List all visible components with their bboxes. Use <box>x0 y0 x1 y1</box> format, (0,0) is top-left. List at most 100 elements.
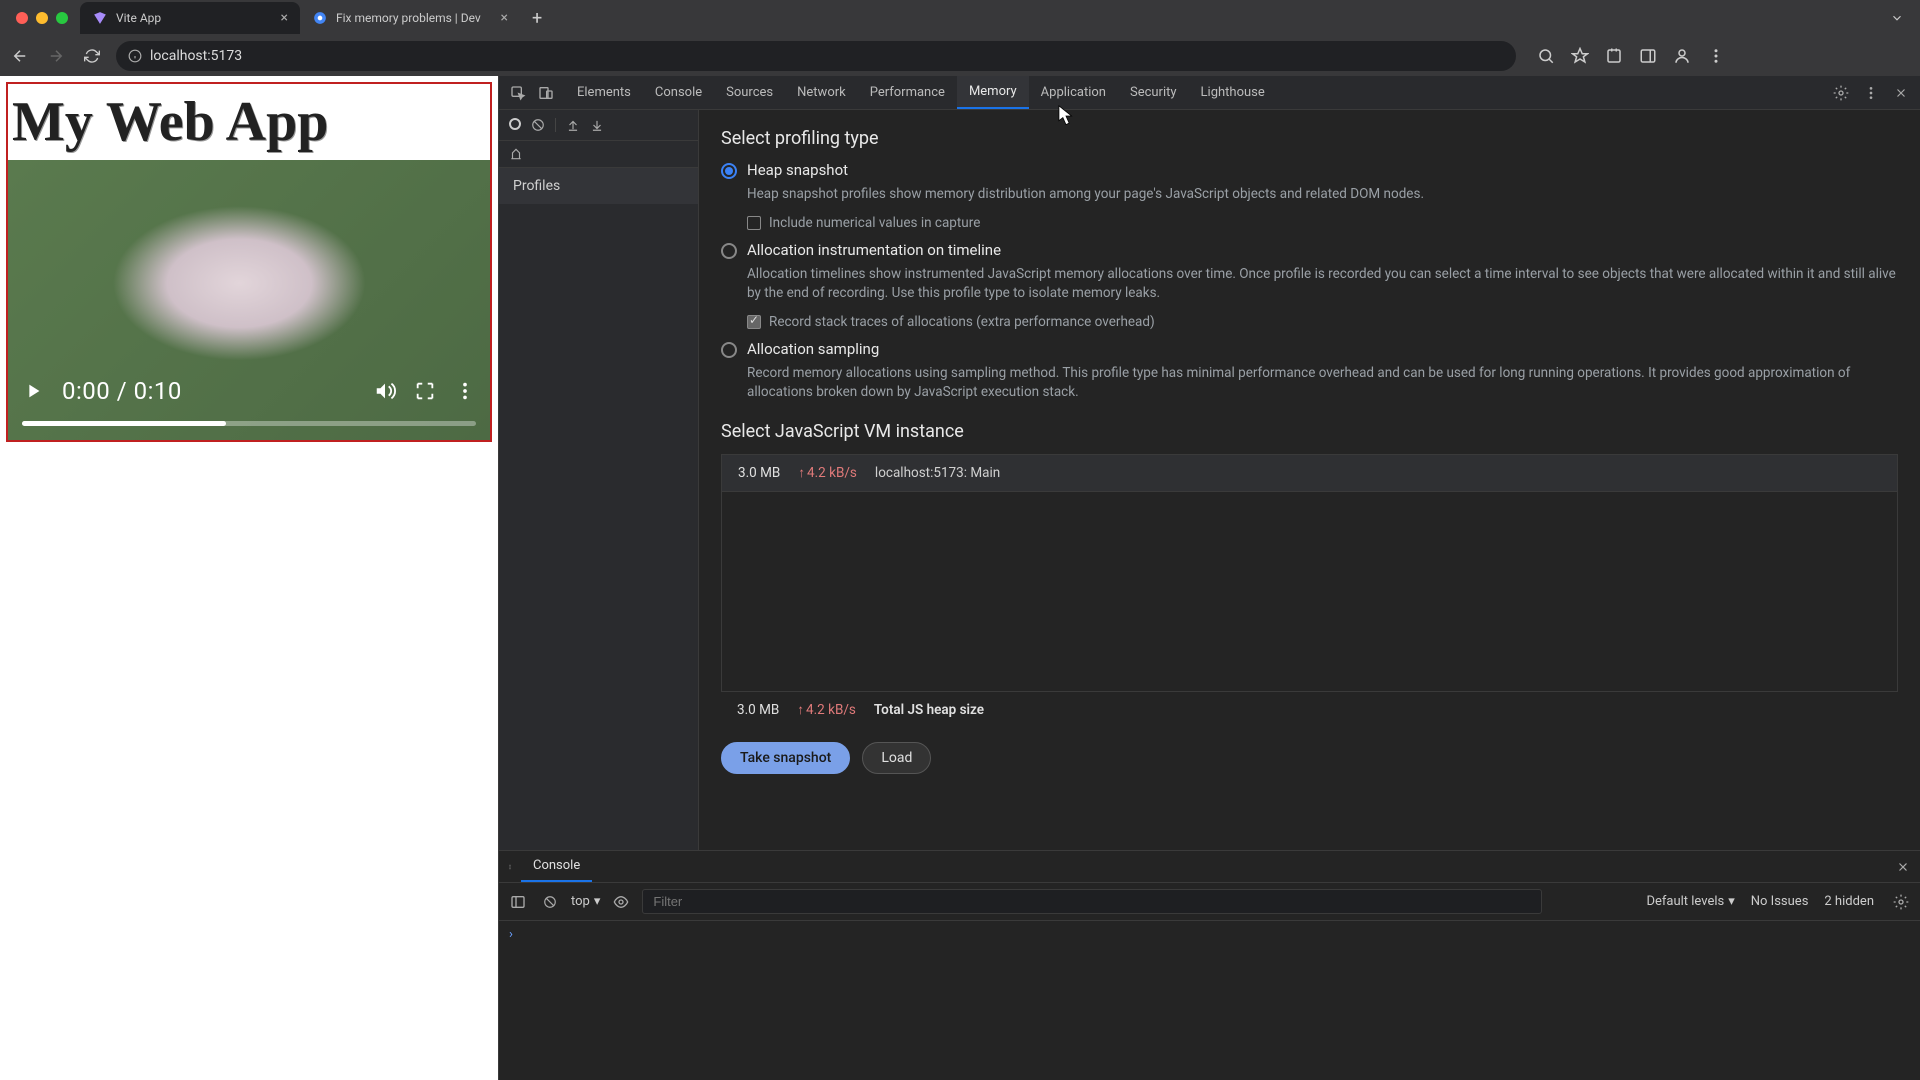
checkbox-icon[interactable] <box>747 315 761 329</box>
log-levels-selector[interactable]: Default levels ▾ <box>1646 894 1734 909</box>
vm-instance-row[interactable]: 3.0 MB 4.2 kB/s localhost:5173: Main <box>721 454 1898 492</box>
download-icon[interactable] <box>590 118 604 132</box>
take-snapshot-button[interactable]: Take snapshot <box>721 742 850 774</box>
bookmark-icon[interactable] <box>1570 46 1590 66</box>
tab-network[interactable]: Network <box>785 76 858 109</box>
browser-chrome: Vite App × Fix memory problems | Dev × + <box>0 0 1920 76</box>
fullscreen-icon[interactable] <box>414 380 436 402</box>
option-desc: Heap snapshot profiles show memory distr… <box>747 185 1898 205</box>
tab-memory[interactable]: Memory <box>957 76 1029 109</box>
reload-button[interactable] <box>80 44 104 68</box>
clear-console-icon[interactable] <box>539 891 561 913</box>
close-devtools-icon[interactable] <box>1890 82 1912 104</box>
issues-badge[interactable]: No Issues <box>1751 894 1809 909</box>
close-tab-icon[interactable]: × <box>501 10 508 26</box>
tab-title: Vite App <box>116 11 161 25</box>
tab-application[interactable]: Application <box>1029 76 1118 109</box>
filter-input[interactable] <box>642 889 1542 914</box>
option-desc: Allocation timelines show instrumented J… <box>747 265 1898 304</box>
page-frame: My Web App 0:00 / 0:10 <box>6 82 492 442</box>
toolbar-actions <box>1528 46 1734 66</box>
tab-performance[interactable]: Performance <box>858 76 957 109</box>
tab-sources[interactable]: Sources <box>714 76 785 109</box>
devtools-body: Profiles Select profiling type Heap snap… <box>499 110 1920 850</box>
new-tab-button[interactable]: + <box>520 8 554 29</box>
hidden-count[interactable]: 2 hidden <box>1824 894 1874 909</box>
video-player[interactable]: 0:00 / 0:10 <box>8 160 490 440</box>
gc-icon[interactable] <box>509 147 688 161</box>
video-menu-icon[interactable] <box>454 380 476 402</box>
console-settings-icon[interactable] <box>1890 891 1912 913</box>
radio-icon[interactable] <box>721 163 737 179</box>
tab-lighthouse[interactable]: Lighthouse <box>1189 76 1277 109</box>
option-allocation-sampling[interactable]: Allocation sampling <box>721 340 1898 358</box>
record-icon[interactable] <box>509 118 521 130</box>
drawer-menu-icon[interactable] <box>499 856 521 878</box>
sidepanel-icon[interactable] <box>1638 46 1658 66</box>
console-sidebar-icon[interactable] <box>507 891 529 913</box>
tab-security[interactable]: Security <box>1118 76 1189 109</box>
context-selector[interactable]: top ▾ <box>571 894 600 909</box>
memory-toolbar <box>499 110 698 141</box>
option-allocation-timeline[interactable]: Allocation instrumentation on timeline <box>721 241 1898 259</box>
summary-rate: 4.2 kB/s <box>797 702 856 718</box>
load-button[interactable]: Load <box>862 742 931 774</box>
summary-label: Total JS heap size <box>874 702 984 718</box>
minimize-window-button[interactable] <box>36 12 48 24</box>
vm-size: 3.0 MB <box>738 465 780 481</box>
summary-size: 3.0 MB <box>737 702 779 718</box>
button-row: Take snapshot Load <box>721 742 1898 774</box>
vm-name: localhost:5173: Main <box>875 465 1000 481</box>
devtools-panel: Elements Console Sources Network Perform… <box>498 76 1920 1080</box>
clear-icon[interactable] <box>531 118 545 132</box>
profile-icon[interactable] <box>1672 46 1692 66</box>
vite-favicon-icon <box>92 10 108 26</box>
menu-icon[interactable] <box>1706 46 1726 66</box>
vm-heading: Select JavaScript VM instance <box>721 421 1898 442</box>
tab-elements[interactable]: Elements <box>565 76 643 109</box>
checkbox-icon[interactable] <box>747 216 761 230</box>
vm-rate: 4.2 kB/s <box>798 465 857 481</box>
radio-icon[interactable] <box>721 342 737 358</box>
extensions-icon[interactable] <box>1604 46 1624 66</box>
profiling-heading: Select profiling type <box>721 128 1898 149</box>
site-info-icon[interactable] <box>128 49 142 63</box>
more-icon[interactable] <box>1860 82 1882 104</box>
option-heap-snapshot[interactable]: Heap snapshot <box>721 161 1898 179</box>
close-tab-icon[interactable]: × <box>281 10 288 26</box>
devtools-tabs: Elements Console Sources Network Perform… <box>499 76 1920 110</box>
sidebar-item-profiles[interactable]: Profiles <box>499 168 698 204</box>
chrome-favicon-icon <box>312 10 328 26</box>
console-body[interactable]: › <box>499 921 1920 1080</box>
browser-tab-active[interactable]: Vite App × <box>80 2 300 34</box>
drawer-close-icon[interactable] <box>1886 860 1920 874</box>
volume-icon[interactable] <box>374 380 396 402</box>
radio-icon[interactable] <box>721 243 737 259</box>
upload-icon[interactable] <box>566 118 580 132</box>
live-expression-icon[interactable] <box>610 891 632 913</box>
option-desc: Record memory allocations using sampling… <box>747 364 1898 403</box>
close-window-button[interactable] <box>16 12 28 24</box>
maximize-window-button[interactable] <box>56 12 68 24</box>
checkbox-include-numeric[interactable]: Include numerical values in capture <box>747 215 1898 231</box>
play-icon[interactable] <box>22 380 44 402</box>
checkbox-stack-traces[interactable]: Record stack traces of allocations (extr… <box>747 314 1898 330</box>
forward-button[interactable] <box>44 44 68 68</box>
settings-icon[interactable] <box>1830 82 1852 104</box>
device-toggle-icon[interactable] <box>535 82 557 104</box>
inspect-icon[interactable] <box>507 82 529 104</box>
video-progress[interactable] <box>22 421 476 426</box>
browser-tab[interactable]: Fix memory problems | Dev × <box>300 2 520 34</box>
zoom-icon[interactable] <box>1536 46 1556 66</box>
console-filter[interactable] <box>642 889 1542 914</box>
browser-toolbar: localhost:5173 <box>0 36 1920 76</box>
vm-list-empty <box>721 492 1898 692</box>
back-button[interactable] <box>8 44 32 68</box>
address-bar[interactable]: localhost:5173 <box>116 41 1516 71</box>
drawer-tab-console[interactable]: Console <box>521 851 592 882</box>
page-preview: My Web App 0:00 / 0:10 <box>0 76 498 1080</box>
tab-console[interactable]: Console <box>643 76 714 109</box>
console-toolbar: top ▾ Default levels ▾ No Issues 2 hidde… <box>499 883 1920 921</box>
tab-overflow-icon[interactable] <box>1878 11 1916 25</box>
page-heading: My Web App <box>8 84 490 154</box>
